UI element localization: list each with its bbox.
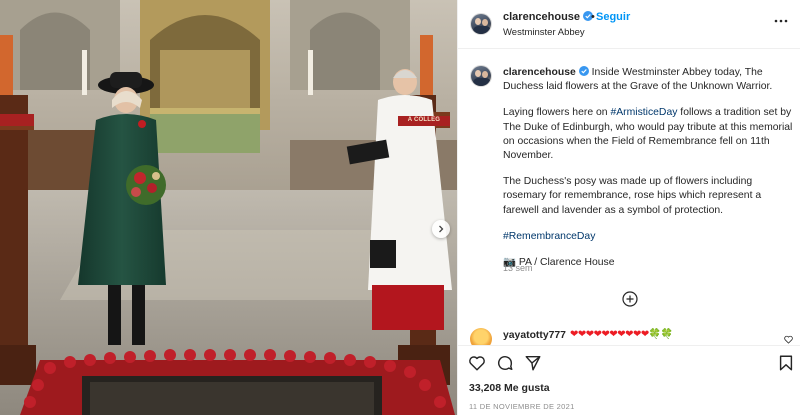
verified-badge-icon [578,66,589,76]
post-date[interactable]: 11 DE NOVIEMBRE DE 2021 [469,402,575,411]
comment-icon[interactable] [496,354,514,372]
more-options-icon[interactable] [773,15,789,27]
follow-button[interactable]: Seguir [596,11,630,23]
caption-photo-credit: 📷 PA / Clarence House [503,257,615,269]
post-photo[interactable]: A COLLEG [0,0,457,415]
post-time-ago[interactable]: 13 sem [503,263,533,273]
post-action-bar: 33,208 Me gusta 11 DE NOVIEMBRE DE 2021 [458,345,800,415]
caption-paragraph-4: #RemembranceDay [503,230,795,244]
chevron-right-icon [439,225,444,233]
share-icon[interactable] [524,354,542,372]
author-username[interactable]: clarencehouse [503,11,580,23]
bookmark-icon[interactable] [777,354,795,372]
hashtag-remembranceday[interactable]: #RemembranceDay [503,231,595,242]
load-more-comments-icon[interactable] [622,291,638,307]
hashtag-armisticeday[interactable]: #ArmisticeDay [610,107,677,118]
author-avatar[interactable] [470,13,492,35]
comment-text: ❤❤❤❤❤❤❤❤❤❤🍀🍀 [570,329,673,340]
heart-icon[interactable] [468,354,486,372]
caption-author-avatar[interactable] [470,65,492,87]
comment-heart-icon[interactable] [784,335,793,344]
likes-count[interactable]: 33,208 Me gusta [469,382,550,394]
carousel-next-button[interactable] [432,220,450,238]
commenter-username[interactable]: yayatotty777 [503,330,566,341]
caption-paragraph-2: Laying flowers here on #ArmisticeDay fol… [503,106,795,163]
caption-paragraph-3: The Duchess's posy was made up of flower… [503,176,762,216]
author-username-line: clarencehouse [503,11,594,23]
post-sidebar: clarencehouse • Seguir Westminster Abbey… [457,0,800,415]
caption-text-2a: Laying flowers here on [503,107,611,119]
caption-username[interactable]: clarencehouse [503,67,576,78]
separator-dot: • [591,11,595,23]
post-header: clarencehouse • Seguir Westminster Abbey [458,0,800,49]
caption-paragraph-1: clarencehouse Inside Westminster Abbey t… [503,66,795,94]
wreath-banner-text: A COLLEG [407,117,441,123]
photo-scene [0,0,457,415]
comment-item: yayatotty777 ❤❤❤❤❤❤❤❤❤❤🍀🍀 [458,325,800,350]
post-caption: clarencehouse Inside Westminster Abbey t… [503,66,795,282]
location-link[interactable]: Westminster Abbey [503,27,585,38]
